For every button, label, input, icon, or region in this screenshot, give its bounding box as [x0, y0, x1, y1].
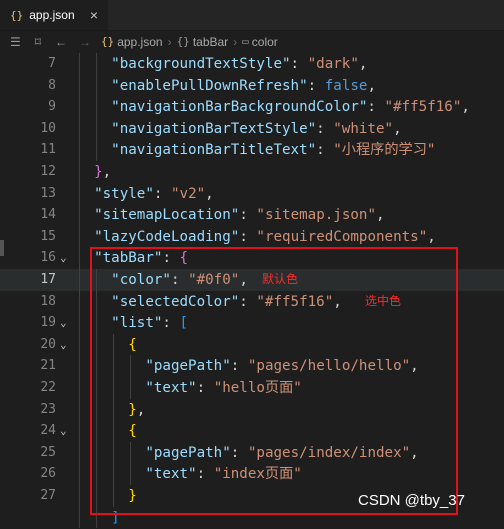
code-text: "lazyCodeLoading": "requiredComponents", [94, 228, 436, 245]
code-line[interactable]: 14 "sitemapLocation": "sitemap.json", [0, 204, 504, 226]
code-line[interactable]: 10 "navigationBarTextStyle": "white", [0, 118, 504, 140]
code-line[interactable]: 8 "enablePullDownRefresh": false, [0, 75, 504, 97]
chevron-right-icon: › [233, 34, 238, 49]
line-number: 26 [40, 466, 56, 482]
code-line[interactable]: 13 "style": "v2", [0, 183, 504, 205]
line-number: 25 [40, 444, 56, 460]
annotation-default-color: 默认色 [262, 272, 299, 286]
tab-title: app.json [29, 8, 75, 22]
fold-chevron-icon[interactable]: ⌄ [60, 334, 67, 356]
object-icon: {} [176, 35, 190, 48]
chevron-right-icon: › [167, 34, 172, 49]
line-number: 14 [40, 207, 56, 223]
breadcrumb: ☰ ⌑ ← → {} app.json › {} tabBar › ▭ colo… [0, 31, 504, 52]
code-text: "enablePullDownRefresh": false, [111, 77, 376, 94]
code-text: "navigationBarBackgroundColor": "#ff5f16… [111, 99, 470, 116]
fold-chevron-icon[interactable]: ⌄ [60, 420, 67, 442]
json-file-icon: {} [100, 35, 115, 48]
line-number: 15 [40, 228, 56, 244]
code-line[interactable]: 11 "navigationBarTitleText": "小程序的学习" [0, 139, 504, 161]
code-line[interactable]: 7 "backgroundTextStyle": "dark", [0, 53, 504, 75]
code-text: "sitemapLocation": "sitemap.json", [94, 207, 385, 224]
fold-chevron-icon[interactable]: ⌄ [60, 247, 67, 269]
tab-app-json[interactable]: {} app.json × [0, 0, 108, 30]
line-number: 17 [40, 272, 56, 287]
line-number: 27 [40, 488, 56, 503]
list-icon[interactable]: ☰ [10, 35, 21, 49]
watermark: CSDN @tby_37 [358, 492, 465, 509]
code-text: "style": "v2", [94, 185, 214, 202]
editor-tab-bar: {} app.json × [0, 0, 504, 31]
fold-chevron-icon[interactable]: ⌄ [60, 312, 67, 334]
gutter-marker [0, 240, 4, 256]
line-number: 7 [48, 56, 56, 71]
line-number: 19 [40, 315, 56, 331]
code-text: "navigationBarTextStyle": "white", [111, 120, 402, 137]
line-number: 9 [48, 99, 56, 115]
line-number: 18 [40, 293, 56, 309]
line-number: 12 [40, 164, 56, 179]
line-number: 24 [40, 423, 56, 439]
line-number: 16 [40, 250, 56, 266]
breadcrumb-item-file[interactable]: app.json [117, 35, 162, 49]
line-number: 10 [40, 120, 56, 136]
breadcrumb-item-color[interactable]: color [252, 35, 278, 49]
code-line[interactable]: 9 "navigationBarBackgroundColor": "#ff5f… [0, 96, 504, 118]
line-number: 11 [40, 142, 56, 158]
forward-arrow-icon[interactable]: → [79, 35, 91, 49]
line-number: 13 [40, 185, 56, 201]
line-number: 23 [40, 401, 56, 417]
code-line[interactable]: 12 }, [0, 161, 504, 183]
back-arrow-icon[interactable]: ← [55, 35, 67, 49]
close-icon[interactable]: × [90, 7, 98, 23]
indent-guide [79, 53, 80, 529]
code-text: }, [94, 164, 112, 180]
json-file-icon: {} [10, 8, 24, 22]
property-icon: ▭ [242, 35, 249, 48]
line-number: 22 [40, 380, 56, 395]
bookmark-icon[interactable]: ⌑ [35, 35, 41, 49]
annotation-highlight-box [90, 247, 458, 515]
line-number: 21 [40, 358, 56, 374]
line-number: 8 [48, 77, 56, 93]
code-line[interactable]: 15 "lazyCodeLoading": "requiredComponent… [0, 226, 504, 248]
line-number: 20 [40, 336, 56, 352]
annotation-selected-color: 选中色 [365, 294, 402, 308]
code-text: "navigationBarTitleText": "小程序的学习" [111, 142, 436, 159]
code-text: "backgroundTextStyle": "dark", [111, 56, 368, 72]
breadcrumb-item-tabbar[interactable]: tabBar [193, 35, 228, 49]
indent-guide [96, 53, 97, 161]
